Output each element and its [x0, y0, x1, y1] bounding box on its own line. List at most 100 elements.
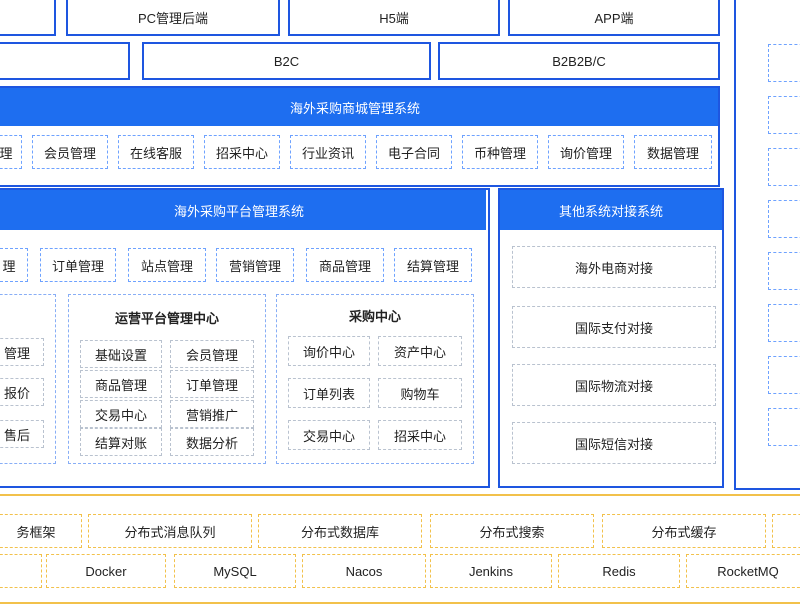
- ops-item: 商品管理: [80, 370, 162, 398]
- platform-item: 订单管理: [40, 248, 116, 282]
- pc-admin-box: PC管理后端: [66, 0, 280, 36]
- infra-item: 务框架: [0, 514, 82, 548]
- right-panel-slot-5: [768, 252, 800, 290]
- infra-item-partial: [772, 514, 800, 548]
- mall-item-label: 询价管理: [559, 145, 612, 161]
- mall-item-label: 招采中心: [215, 145, 268, 161]
- infra-item-label: 务框架: [16, 524, 56, 540]
- ops-item: 交易中心: [80, 400, 162, 428]
- b2c-box: B2C: [142, 42, 431, 80]
- app-label: APP端: [594, 10, 634, 26]
- purchase-item-label: 订单列表: [302, 386, 355, 402]
- other-item: 国际短信对接: [512, 422, 716, 464]
- infra-item-label: Jenkins: [468, 563, 514, 579]
- mall-item-label: 会员管理: [43, 145, 96, 161]
- infra-item: Redis: [558, 554, 680, 588]
- infra-item: RocketMQ: [686, 554, 800, 588]
- b2b2b-label: B2B2B/C: [552, 53, 606, 69]
- platform-item-label: 订单管理: [51, 258, 104, 274]
- infra-item-label: 分布式数据库: [300, 524, 379, 540]
- right-panel-slot-7: [768, 356, 800, 394]
- mall-system-title: 海外采购商城管理系统: [289, 100, 420, 116]
- top-box-left-partial: [0, 0, 56, 36]
- platform-item: 站点管理: [128, 248, 206, 282]
- left-partial-item: 售后: [0, 420, 44, 448]
- right-panel-slot-6: [768, 304, 800, 342]
- right-panel-slot-2: [768, 96, 800, 134]
- other-item: 国际物流对接: [512, 364, 716, 406]
- right-panel-slot-1: [768, 44, 800, 82]
- mall-item-label: 币种管理: [473, 145, 526, 161]
- other-system-title: 其他系统对接系统: [558, 203, 663, 219]
- platform-item-label: 站点管理: [140, 258, 193, 274]
- mall-item: 行业资讯: [290, 135, 366, 169]
- platform-item: 营销管理: [216, 248, 294, 282]
- ops-item-label: 商品管理: [94, 377, 147, 393]
- left-partial-item-label: 报价: [3, 385, 30, 401]
- purchase-item: 招采中心: [378, 420, 462, 450]
- infra-item: 分布式数据库: [258, 514, 422, 548]
- ops-item: 订单管理: [170, 370, 254, 398]
- other-item: 国际支付对接: [512, 306, 716, 348]
- mall-item: 理: [0, 135, 22, 169]
- ops-item-label: 基础设置: [94, 347, 147, 363]
- other-system-title-bar: 其他系统对接系统: [500, 190, 722, 230]
- h5-box: H5端: [288, 0, 500, 36]
- left-partial-item: 报价: [0, 378, 44, 406]
- ops-item-label: 订单管理: [185, 377, 238, 393]
- ops-module-title-text: 运营平台管理中心: [114, 310, 219, 326]
- left-partial-item-label: 售后: [3, 427, 30, 443]
- mall-item-label: 在线客服: [129, 145, 182, 161]
- mall-system-title-bar: 海外采购商城管理系统: [0, 88, 718, 126]
- purchase-item: 交易中心: [288, 420, 370, 450]
- platform-item: 商品管理: [306, 248, 384, 282]
- purchase-module-title-text: 采购中心: [348, 308, 401, 324]
- right-panel-slot-3: [768, 148, 800, 186]
- infra-item-label: MySQL: [213, 563, 257, 579]
- platform-item-label: 营销管理: [228, 258, 281, 274]
- right-panel-slot-4: [768, 200, 800, 238]
- infra-item-label: RocketMQ: [717, 563, 779, 579]
- mall-item-label: 理: [0, 145, 13, 161]
- infra-item: MySQL: [174, 554, 296, 588]
- ops-module-title: 运营平台管理中心: [68, 306, 266, 328]
- infra-item-label: Nacos: [345, 563, 383, 579]
- other-item-label: 国际短信对接: [574, 436, 653, 452]
- platform-item: 结算管理: [394, 248, 472, 282]
- platform-item-label: 商品管理: [318, 258, 371, 274]
- left-partial-item-label: 管理: [3, 345, 30, 361]
- mall-item: 会员管理: [32, 135, 108, 169]
- infra-item: Jenkins: [430, 554, 552, 588]
- purchase-item-label: 招采中心: [393, 428, 446, 444]
- mall-item: 在线客服: [118, 135, 194, 169]
- ops-item-label: 交易中心: [94, 407, 147, 423]
- infra-item-label: 分布式消息队列: [124, 524, 216, 540]
- infra-item: Docker: [46, 554, 166, 588]
- mall-item: 电子合同: [376, 135, 452, 169]
- infra-item: 分布式消息队列: [88, 514, 252, 548]
- h5-label: H5端: [379, 10, 409, 26]
- ops-item: 会员管理: [170, 340, 254, 368]
- row2-left-partial: [0, 42, 130, 80]
- infra-item-label: 分布式缓存: [651, 524, 717, 540]
- purchase-item: 资产中心: [378, 336, 462, 366]
- pc-admin-label: PC管理后端: [137, 10, 209, 26]
- ops-item-label: 会员管理: [185, 347, 238, 363]
- purchase-item-label: 交易中心: [302, 428, 355, 444]
- platform-system-title-bar: 海外采购平台管理系统: [0, 190, 486, 230]
- other-item-label: 国际支付对接: [574, 320, 653, 336]
- ops-item-label: 营销推广: [185, 407, 238, 423]
- b2c-label: B2C: [273, 53, 300, 69]
- infra-item: 分布式搜索: [430, 514, 594, 548]
- platform-item: 理: [0, 248, 28, 282]
- infra-item: Nacos: [302, 554, 426, 588]
- other-item: 海外电商对接: [512, 246, 716, 288]
- app-box: APP端: [508, 0, 720, 36]
- infra-item-label: Docker: [85, 563, 127, 579]
- other-item-label: 国际物流对接: [574, 378, 653, 394]
- mall-item: 币种管理: [462, 135, 538, 169]
- purchase-item-label: 资产中心: [393, 344, 446, 360]
- purchase-item: 购物车: [378, 378, 462, 408]
- purchase-item-label: 购物车: [400, 386, 440, 402]
- purchase-item: 询价中心: [288, 336, 370, 366]
